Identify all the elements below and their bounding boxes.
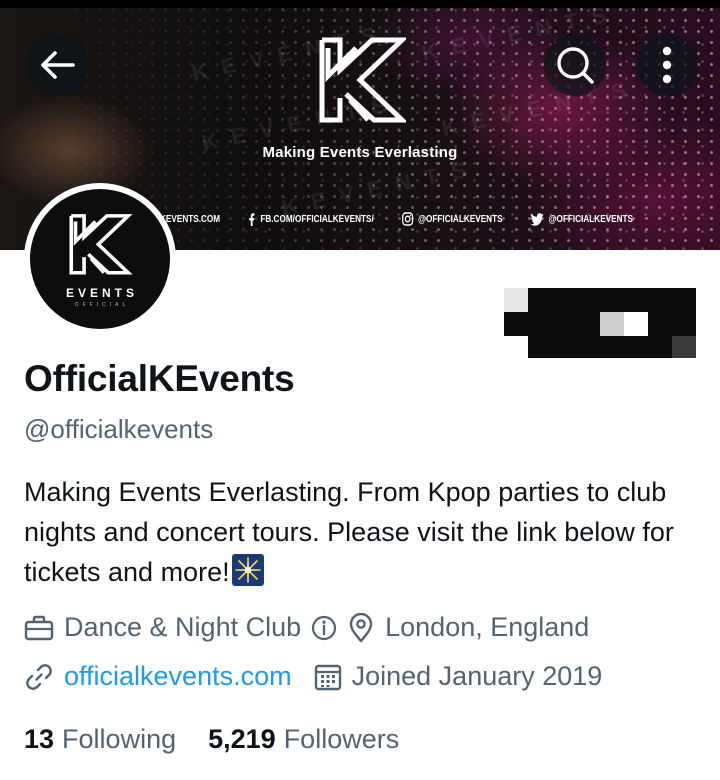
profile-category: Dance & Night Club — [24, 612, 347, 643]
social-instagram: @OFFICIALKEVENTS — [401, 212, 503, 226]
profile-location: London, England — [347, 612, 589, 643]
avatar-events-label: EVENTS — [65, 286, 138, 300]
avatar-official-label: OFFICIAL — [74, 302, 130, 308]
banner-social-row: KEVENTS.COM FB.COM/OFFICIALKEVENTS/ @OFF… — [160, 211, 661, 227]
followers-label: Followers — [283, 724, 400, 754]
profile-joined: Joined January 2019 — [314, 661, 603, 692]
info-icon[interactable] — [311, 615, 337, 641]
follow-stats: 13 Following 5,219 Followers — [24, 724, 431, 755]
social-twitter: @OFFICIALKEVENTS — [530, 212, 634, 226]
category-label: Dance & Night Club — [64, 612, 302, 642]
search-button[interactable] — [544, 34, 606, 96]
profile-meta-row: Dance & Night Club London, England — [24, 612, 589, 643]
social-twitter-label: @OFFICIALKEVENTS — [548, 213, 634, 225]
more-options-button[interactable] — [636, 34, 698, 96]
arrow-left-icon — [41, 51, 75, 79]
location-pin-icon — [349, 612, 373, 642]
avatar-image: EVENTS OFFICIAL — [30, 189, 170, 329]
website-link[interactable]: officialkevents.com — [64, 661, 292, 692]
social-facebook-label: FB.COM/OFFICIALKEVENTS/ — [260, 213, 374, 225]
profile-meta-row: officialkevents.com Joined January 2019 — [24, 661, 602, 692]
social-website: KEVENTS.COM — [160, 214, 220, 225]
instagram-icon — [401, 212, 413, 226]
back-button[interactable] — [26, 34, 88, 96]
followers-link[interactable]: 5,219 Followers — [208, 724, 399, 755]
k-logo-icon — [69, 214, 133, 275]
banner-tagline: Making Events Everlasting — [262, 144, 458, 161]
redaction-block — [504, 288, 528, 312]
twitter-icon — [530, 212, 544, 226]
location-label: London, England — [385, 612, 590, 642]
facebook-icon — [249, 212, 255, 226]
social-instagram-label: @OFFICIALKEVENTS — [418, 213, 503, 225]
following-label: Following — [62, 724, 177, 754]
profile-bio: Making Events Everlasting. From Kpop par… — [24, 472, 704, 592]
more-vertical-icon — [662, 46, 672, 84]
social-facebook: FB.COM/OFFICIALKEVENTS/ — [248, 212, 374, 226]
k-logo-icon — [319, 37, 406, 123]
redaction-block — [672, 336, 696, 358]
redaction-block — [624, 312, 648, 336]
display-name: OfficialKEvents — [24, 358, 295, 399]
profile-avatar[interactable]: EVENTS OFFICIAL — [24, 183, 176, 335]
social-website-label: KEVENTS.COM — [160, 213, 221, 225]
briefcase-icon — [24, 615, 54, 640]
calendar-icon — [314, 664, 341, 690]
redaction-block — [504, 312, 528, 336]
user-handle: @officialkevents — [24, 414, 214, 444]
link-icon — [26, 663, 52, 690]
sparkler-emoji-icon — [231, 554, 264, 586]
joined-label: Joined January 2019 — [351, 661, 603, 691]
search-icon — [557, 47, 594, 84]
redaction-block — [600, 312, 624, 336]
followers-count: 5,219 — [208, 724, 276, 754]
following-count: 13 — [24, 724, 55, 754]
profile-website: officialkevents.com — [24, 661, 292, 692]
bio-text: Making Events Everlasting. From Kpop par… — [24, 477, 674, 587]
following-link[interactable]: 13 Following — [24, 724, 176, 755]
